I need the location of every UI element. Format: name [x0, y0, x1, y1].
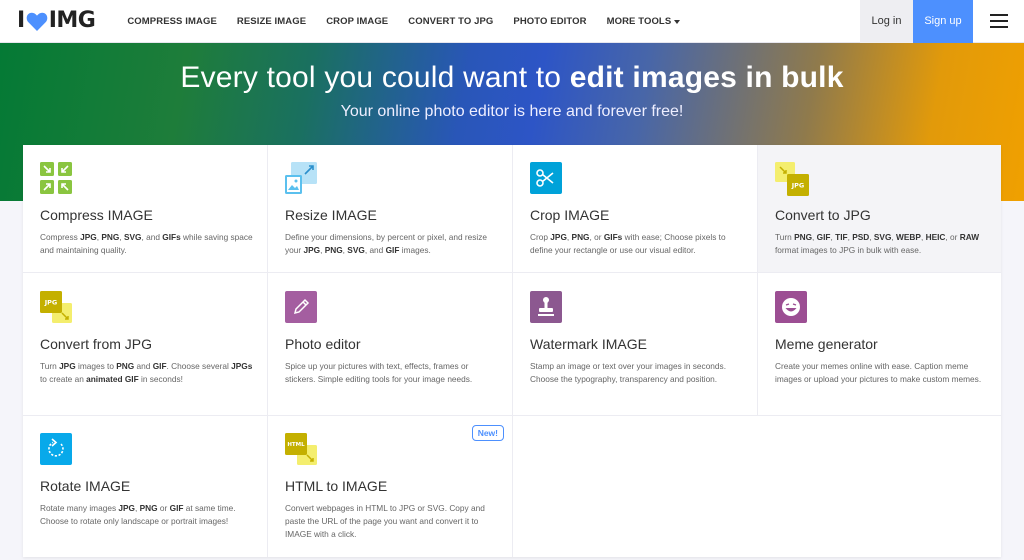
nav-label: COMPRESS IMAGE — [127, 15, 217, 27]
html-label: HTML — [287, 442, 305, 448]
tool-title: Convert to JPG — [775, 207, 871, 223]
resize-icon — [285, 162, 317, 194]
tool-card-rotate[interactable]: Rotate IMAGE Rotate many images JPG, PNG… — [23, 416, 268, 557]
tool-title: Meme generator — [775, 336, 878, 352]
tool-title: Compress IMAGE — [40, 207, 153, 223]
crop-icon — [530, 162, 562, 194]
tool-description: Convert webpages in HTML to JPG or SVG. … — [285, 503, 485, 539]
tool-card-watermark[interactable]: Watermark IMAGE Stamp an image or text o… — [513, 273, 758, 416]
heart-icon — [26, 12, 47, 31]
login-button[interactable]: Log in — [860, 0, 913, 43]
tool-card-photo-editor[interactable]: Photo editor Spice up your pictures with… — [268, 273, 513, 416]
meme-face-icon — [775, 291, 807, 323]
jpg-label: JPG — [791, 182, 805, 190]
nav-convert-to-jpg[interactable]: CONVERT TO JPG — [398, 0, 503, 43]
rotate-icon — [40, 433, 72, 465]
tool-title: Convert from JPG — [40, 336, 153, 352]
nav-resize-image[interactable]: RESIZE IMAGE — [227, 0, 316, 43]
tool-card-convert-from-jpg[interactable]: JPG Convert from JPG Turn JPG images to … — [23, 273, 268, 416]
tool-card-resize[interactable]: Resize IMAGE Define your dimensions, by … — [268, 145, 513, 273]
tool-title: HTML to IMAGE — [285, 478, 388, 494]
tool-description: Compress JPG, PNG, SVG, and GIFs while s… — [40, 232, 253, 255]
iloveimg-logo[interactable]: I IMG — [17, 0, 96, 43]
hero-title-plain: Every tool you could want to — [180, 61, 570, 94]
nav-label: CONVERT TO JPG — [408, 15, 494, 27]
nav-photo-editor[interactable]: PHOTO EDITOR — [503, 0, 596, 43]
tool-description: Create your memes online with ease. Capt… — [775, 361, 982, 384]
compress-icon — [40, 162, 72, 194]
hero-title: Every tool you could want to edit images… — [0, 61, 1024, 95]
logo-text-img: IMG — [48, 8, 96, 33]
header-actions: Log in Sign up — [860, 0, 1024, 43]
new-badge: New! — [471, 425, 504, 441]
tool-card-crop[interactable]: Crop IMAGE Crop JPG, PNG, or GIFs with e… — [513, 145, 758, 273]
tool-card-html-to-image[interactable]: New! HTML HTML to IMAGE Convert webpages… — [268, 416, 513, 557]
tool-description: Rotate many images JPG, PNG or GIF at sa… — [40, 503, 236, 526]
tools-grid: Compress IMAGE Compress JPG, PNG, SVG, a… — [23, 145, 1001, 557]
convert-from-jpg-icon: JPG — [40, 291, 72, 323]
tool-title: Resize IMAGE — [285, 207, 377, 223]
nav-compress-image[interactable]: COMPRESS IMAGE — [117, 0, 227, 43]
tool-title: Photo editor — [285, 336, 361, 352]
nav-crop-image[interactable]: CROP IMAGE — [316, 0, 398, 43]
tool-description: Define your dimensions, by percent or pi… — [285, 232, 487, 255]
nav-more-tools[interactable]: MORE TOOLS — [597, 0, 691, 43]
main-nav: COMPRESS IMAGE RESIZE IMAGE CROP IMAGE C… — [117, 0, 690, 43]
tool-description: Turn JPG images to PNG and GIF. Choose s… — [40, 361, 253, 384]
convert-to-jpg-icon: JPG — [775, 162, 809, 196]
jpg-label: JPG — [44, 299, 58, 307]
tool-description: Stamp an image or text over your images … — [530, 361, 726, 384]
pencil-icon — [285, 291, 317, 323]
nav-label: CROP IMAGE — [326, 15, 389, 27]
nav-label: PHOTO EDITOR — [513, 15, 587, 27]
stamp-icon — [530, 291, 562, 323]
tool-description: Spice up your pictures with text, effect… — [285, 361, 473, 384]
hero-title-bold: edit images in bulk — [569, 61, 844, 94]
logo-letter-i: I — [17, 8, 25, 33]
caret-down-icon — [674, 19, 681, 24]
hero-subtitle: Your online photo editor is here and for… — [340, 103, 684, 120]
signup-button[interactable]: Sign up — [913, 0, 973, 43]
tool-description: Crop JPG, PNG, or GIFs with ease; Choose… — [530, 232, 726, 255]
tool-description: Turn PNG, GIF, TIF, PSD, SVG, WEBP, HEIC… — [775, 232, 980, 255]
tool-card-meme-generator[interactable]: Meme generator Create your memes online … — [758, 273, 1001, 416]
nav-label: MORE TOOLS — [606, 15, 672, 27]
top-navbar: I IMG COMPRESS IMAGE RESIZE IMAGE CROP I… — [0, 0, 1024, 43]
tool-card-compress[interactable]: Compress IMAGE Compress JPG, PNG, SVG, a… — [23, 145, 268, 273]
tool-title: Rotate IMAGE — [40, 478, 131, 494]
html-to-image-icon: HTML — [285, 433, 317, 465]
hamburger-menu-icon[interactable] — [973, 0, 1024, 43]
tool-title: Crop IMAGE — [530, 207, 610, 223]
tool-card-convert-to-jpg[interactable]: JPG Convert to JPG Turn PNG, GIF, TIF, P… — [758, 145, 1001, 273]
tool-title: Watermark IMAGE — [530, 336, 647, 352]
nav-label: RESIZE IMAGE — [236, 15, 307, 27]
